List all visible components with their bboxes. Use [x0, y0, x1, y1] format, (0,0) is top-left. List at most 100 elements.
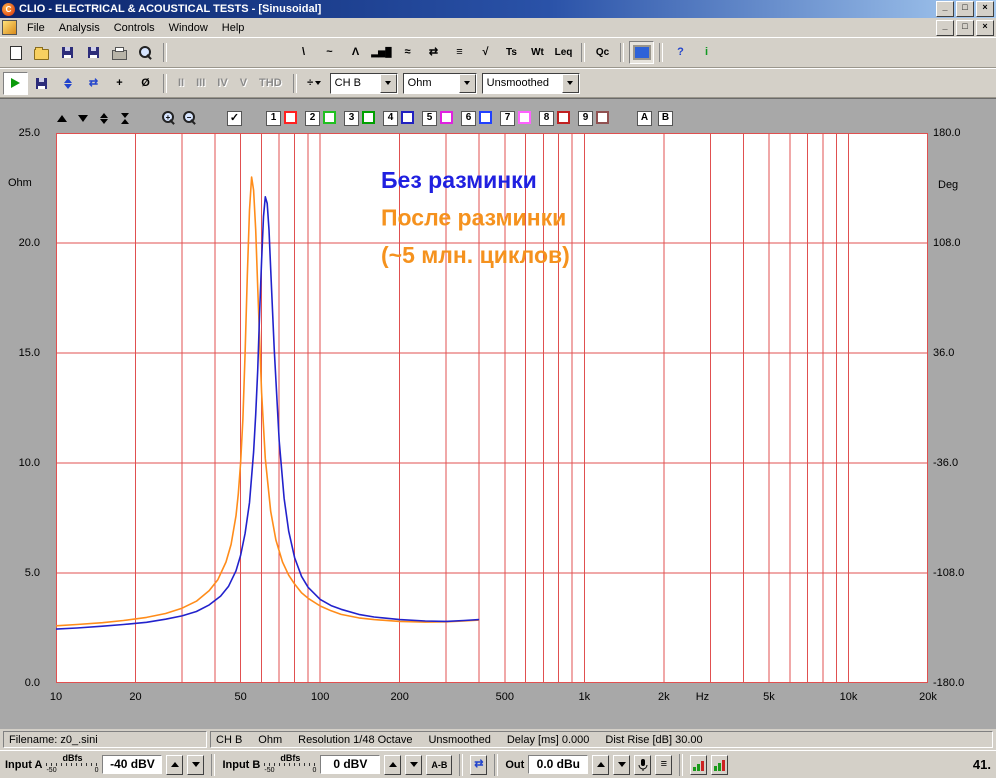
smoothing-select[interactable]: Unsmoothed — [481, 72, 580, 94]
unit-select[interactable]: Ohm — [402, 72, 477, 94]
rta-analysis-button[interactable]: ▂▅█ — [369, 41, 394, 64]
curve-7-button[interactable]: 7 — [500, 110, 515, 126]
measurement-status: CH B Ohm Resolution 1/48 Octave Unsmoothed D… — [210, 731, 993, 748]
curve-visibility-checkbox[interactable]: ✓ — [227, 110, 242, 126]
save-measurement-button[interactable] — [29, 71, 54, 95]
curve-7-color[interactable] — [518, 110, 531, 124]
curve-5-button[interactable]: 5 — [422, 110, 437, 126]
export-button[interactable] — [81, 41, 106, 64]
channel-link-button[interactable]: A-B — [426, 754, 453, 775]
curve-1-button[interactable]: 1 — [266, 110, 281, 126]
print-button[interactable] — [107, 41, 132, 64]
save-button[interactable] — [55, 41, 80, 64]
fft-analysis-button[interactable]: ≈ — [395, 41, 420, 64]
curve-9-color[interactable] — [596, 110, 609, 124]
menu-item-file[interactable]: File — [20, 20, 52, 36]
mls-icon: \ — [301, 46, 306, 58]
out-label: Out — [505, 758, 525, 771]
mdi-minimize-button[interactable]: _ — [936, 19, 954, 36]
smoothing-dropdown-button[interactable] — [561, 73, 579, 93]
curve-1-color[interactable] — [284, 110, 297, 124]
impedance-plot[interactable]: Без разминки После разминки (~5 млн. цикло… — [56, 133, 928, 683]
led-meter-icon — [693, 759, 705, 771]
level-meter-a-button[interactable] — [690, 754, 708, 775]
qc-button[interactable]: Qc — [590, 41, 615, 64]
menu-item-window[interactable]: Window — [162, 20, 215, 36]
status-segment: Unsmoothed — [428, 733, 491, 746]
swap-channels-button[interactable]: ⇄ — [81, 71, 106, 95]
curve-slot-4: 4 — [383, 110, 414, 126]
monitor-button[interactable] — [629, 41, 654, 64]
transfer-analysis-button[interactable]: ⇄ — [421, 41, 446, 64]
curve-6-color[interactable] — [479, 110, 492, 124]
ts-parameters-button[interactable]: Ts — [499, 41, 524, 64]
leq-button[interactable]: Leq — [551, 41, 576, 64]
input-b-down-button[interactable] — [405, 754, 423, 775]
compress-scale-button[interactable] — [118, 111, 132, 125]
help-button[interactable]: ? — [668, 41, 693, 64]
output-down-button[interactable] — [613, 754, 631, 775]
zoom-in-button[interactable]: + — [162, 111, 176, 125]
divide-button[interactable]: ÷ — [301, 71, 327, 95]
printer-icon — [112, 46, 127, 60]
channel-dropdown-button[interactable] — [379, 73, 397, 93]
zoom-out-button[interactable]: − — [183, 111, 197, 125]
unit-dropdown-button[interactable] — [458, 73, 476, 93]
new-button[interactable] — [3, 41, 28, 64]
channel-select[interactable]: CH B — [329, 72, 398, 94]
window-title: CLIO - ELECTRICAL & ACOUSTICAL TESTS - [… — [19, 3, 322, 15]
toolbar-separator — [581, 43, 585, 62]
scale-up-button[interactable] — [55, 111, 69, 125]
about-button[interactable]: i — [694, 41, 719, 64]
curve-4-button[interactable]: 4 — [383, 110, 398, 126]
x-axis-tick: 1k — [578, 691, 591, 703]
curve-2-color[interactable] — [323, 110, 336, 124]
curve-5-color[interactable] — [440, 110, 453, 124]
maximize-button[interactable]: □ — [956, 1, 974, 17]
mdi-restore-button[interactable]: □ — [956, 19, 974, 36]
meter-max-label: 0 — [94, 767, 99, 774]
curve-b-button[interactable]: B — [658, 110, 673, 126]
sample-counter: 41. — [972, 757, 991, 772]
menu-item-help[interactable]: Help — [215, 20, 252, 36]
open-button[interactable] — [29, 41, 54, 64]
mdi-close-button[interactable]: × — [976, 19, 994, 36]
autoscale-button[interactable] — [55, 71, 80, 95]
input-a-down-button[interactable] — [187, 754, 205, 775]
sinusoidal-analysis-button[interactable]: ~ — [317, 41, 342, 64]
marker-button[interactable]: + — [107, 71, 132, 95]
input-a-up-button[interactable] — [166, 754, 184, 775]
meter-min-label: -50 — [46, 767, 57, 774]
expand-scale-button[interactable] — [97, 111, 111, 125]
impulse-analysis-button[interactable]: Λ — [343, 41, 368, 64]
autorange-button[interactable]: ⇄ — [470, 754, 488, 775]
wow-flutter-button[interactable]: √ — [473, 41, 498, 64]
close-button[interactable]: × — [976, 1, 994, 17]
output-up-button[interactable] — [592, 754, 610, 775]
curve-8-color[interactable] — [557, 110, 570, 124]
menu-item-analysis[interactable]: Analysis — [52, 20, 107, 36]
curve-9-button[interactable]: 9 — [578, 110, 593, 126]
generator-menu-button[interactable]: ≡ — [655, 754, 673, 775]
scale-down-button[interactable] — [76, 111, 90, 125]
curve-4-color[interactable] — [401, 110, 414, 124]
curve-a-button[interactable]: A — [637, 110, 652, 126]
curve-8-button[interactable]: 8 — [539, 110, 554, 126]
preview-button[interactable] — [133, 41, 158, 64]
mic-button[interactable] — [634, 754, 652, 775]
input-b-up-button[interactable] — [384, 754, 402, 775]
mls-analysis-button[interactable]: \ — [291, 41, 316, 64]
help-icon: ? — [677, 46, 684, 58]
phase-button[interactable]: Ø — [133, 71, 158, 95]
level-meter-b-button[interactable] — [711, 754, 729, 775]
curve-3-button[interactable]: 3 — [344, 110, 359, 126]
go-button[interactable] — [3, 71, 28, 95]
graph-workspace: + − ✓ 1 2 3 4 5 6 7 8 9 AB Без разминки После раз… — [0, 98, 996, 729]
menu-item-controls[interactable]: Controls — [107, 20, 162, 36]
curve-3-color[interactable] — [362, 110, 375, 124]
curve-6-button[interactable]: 6 — [461, 110, 476, 126]
curve-2-button[interactable]: 2 — [305, 110, 320, 126]
minimize-button[interactable]: _ — [936, 1, 954, 17]
waterfall-button[interactable]: Wt — [525, 41, 550, 64]
multimeter-button[interactable]: ≡ — [447, 41, 472, 64]
